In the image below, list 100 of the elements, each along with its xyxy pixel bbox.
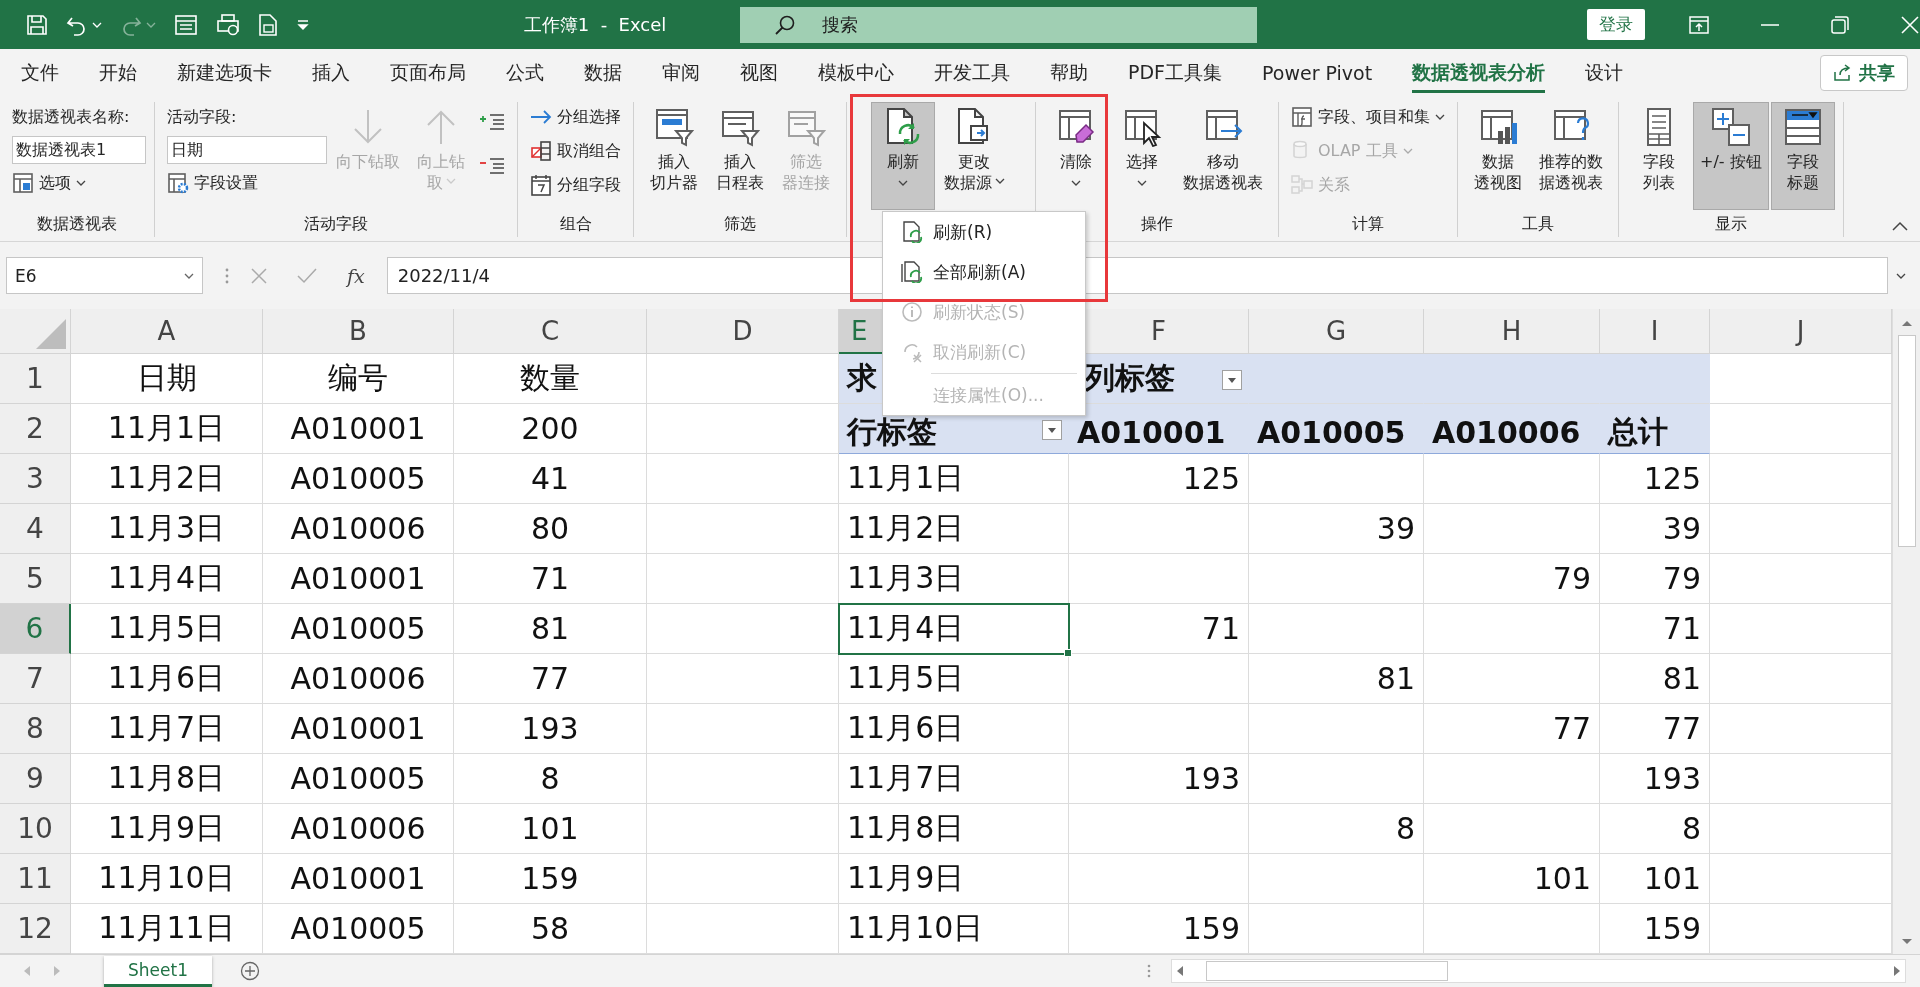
share-button[interactable]: 共享 (1820, 54, 1908, 91)
column-header[interactable]: D (647, 309, 839, 354)
ribbon-display-icon[interactable] (1689, 15, 1709, 34)
save-icon[interactable] (26, 13, 48, 36)
ribbon-button[interactable]: 插入 日程表 (708, 102, 772, 210)
ribbon-button[interactable]: 字段设置 (163, 168, 327, 198)
column-header[interactable]: C (454, 309, 647, 354)
insert-function-button[interactable]: fx (347, 264, 365, 287)
column-header[interactable]: I (1600, 309, 1710, 354)
row-header[interactable]: 5 (0, 554, 71, 604)
table-cell: 11月9日 (71, 804, 263, 854)
filter-dropdown-icon[interactable] (1222, 369, 1242, 390)
ribbon-tab[interactable]: 视图 (720, 49, 798, 96)
sheet-tab[interactable]: Sheet1 (104, 955, 212, 987)
ribbon-button[interactable]: +/- 按钮 (1693, 102, 1769, 210)
customize-caret-icon[interactable] (296, 18, 310, 31)
ribbon-tab[interactable]: 公式 (486, 49, 564, 96)
expand-field-icon[interactable] (479, 112, 505, 132)
ribbon-tab[interactable]: 新建选项卡 (157, 49, 292, 96)
ribbon-button[interactable]: 推荐的数 据透视表 (1532, 102, 1610, 210)
ribbon-tab[interactable]: 页面布局 (370, 49, 486, 96)
row-header[interactable]: 12 (0, 904, 71, 954)
name-box[interactable]: E6 (6, 257, 203, 294)
table-cell: A010005 (263, 604, 454, 654)
scroll-down-icon[interactable] (1900, 938, 1913, 946)
form-icon[interactable] (174, 13, 198, 36)
text-field[interactable]: 日期 (167, 136, 327, 164)
login-button[interactable]: 登录 (1587, 9, 1645, 40)
ribbon-tab[interactable]: 帮助 (1030, 49, 1108, 96)
filter-dropdown-icon[interactable] (1042, 419, 1062, 440)
search-field[interactable]: 搜索 (740, 6, 1257, 43)
group-label: 活动字段 (303, 213, 369, 235)
scroll-right-icon[interactable] (1893, 965, 1901, 977)
column-header[interactable]: B (263, 309, 454, 354)
caret-icon (76, 180, 86, 186)
row-header[interactable]: 8 (0, 704, 71, 754)
ribbon-button[interactable]: 选项 (8, 168, 146, 198)
ribbon-button[interactable]: 更改 数据源 (936, 102, 1012, 210)
ribbon-button[interactable]: 选择 (1110, 102, 1174, 210)
ribbon-tab[interactable]: 数据 (564, 49, 642, 96)
column-header[interactable]: J (1710, 309, 1892, 354)
row-header[interactable]: 6 (0, 604, 71, 654)
caret-icon (1402, 148, 1413, 154)
row-header[interactable]: 11 (0, 854, 71, 904)
ribbon-button[interactable]: 移动 数据透视表 (1176, 102, 1270, 210)
ribbon-button[interactable]: 数据 透视图 (1466, 102, 1530, 210)
ribbon-button[interactable]: 插入 切片器 (642, 102, 706, 210)
ribbon-button[interactable]: 分组字段 (526, 170, 625, 200)
check-icon[interactable] (297, 267, 317, 284)
ribbon-tab[interactable]: 数据透视表分析 (1392, 49, 1566, 96)
ribbon-tab[interactable]: 文件 (1, 49, 79, 96)
column-header[interactable]: H (1424, 309, 1600, 354)
table-cell: 77 (1424, 704, 1600, 754)
minimize-icon[interactable] (1761, 23, 1779, 26)
refresh-cancel-icon (901, 341, 923, 363)
group-label: 计算 (1351, 213, 1385, 235)
column-header[interactable]: G (1249, 309, 1424, 354)
ribbon-tab[interactable]: 设计 (1565, 49, 1644, 96)
print-preview-icon[interactable] (216, 12, 240, 37)
table-cell: A010001 (263, 554, 454, 604)
ribbon-button[interactable]: 取消组合 (526, 136, 625, 166)
collapse-ribbon-icon[interactable] (1892, 221, 1908, 231)
menu-item[interactable]: 刷新(R) (883, 212, 1085, 252)
table-cell: 200 (454, 404, 647, 454)
add-sheet-icon[interactable] (239, 961, 260, 981)
row-header[interactable]: 10 (0, 804, 71, 854)
scroll-up-icon[interactable] (1900, 319, 1913, 327)
ribbon-button[interactable]: 分组选择 (526, 102, 625, 132)
row-header[interactable]: 7 (0, 654, 71, 704)
row-header[interactable]: 2 (0, 404, 71, 454)
table-cell: 39 (1600, 504, 1710, 554)
ribbon-button[interactable]: 字段 列表 (1627, 102, 1691, 210)
column-header[interactable]: A (71, 309, 263, 354)
scroll-left-icon[interactable] (1176, 965, 1184, 977)
row-header[interactable]: 4 (0, 504, 71, 554)
scrollbar-thumb[interactable] (1897, 335, 1916, 547)
row-header[interactable]: 1 (0, 354, 71, 404)
restore-icon[interactable] (1831, 15, 1849, 34)
scrollbar-thumb[interactable] (1206, 961, 1448, 981)
document-icon[interactable] (258, 12, 278, 37)
ribbon-button[interactable]: 清除 (1044, 102, 1108, 210)
close-icon[interactable] (1901, 15, 1919, 34)
ribbon-tab[interactable]: PDF工具集 (1108, 49, 1243, 96)
ribbon-tab[interactable]: 审阅 (642, 49, 720, 96)
row-header[interactable]: 3 (0, 454, 71, 504)
ribbon-tab[interactable]: Power Pivot (1242, 49, 1393, 96)
ribbon-button[interactable]: 字段 标题 (1770, 102, 1835, 210)
table-cell: 101 (454, 804, 647, 854)
ribbon-tab[interactable]: 模板中心 (798, 49, 914, 96)
ribbon-button[interactable]: 字段、项目和集 (1287, 102, 1449, 132)
collapse-field-icon[interactable] (479, 156, 505, 176)
ribbon-tab[interactable]: 开发工具 (914, 49, 1030, 96)
table-cell: 71 (454, 554, 647, 604)
text-field[interactable]: 数据透视表1 (12, 136, 146, 164)
row-header[interactable]: 9 (0, 754, 71, 804)
caret-icon (445, 177, 456, 184)
ribbon-tab[interactable]: 开始 (79, 49, 157, 96)
plus-minus-icon (1710, 107, 1751, 147)
ribbon-button[interactable]: 刷新 (870, 102, 935, 210)
ribbon-tab[interactable]: 插入 (292, 49, 370, 96)
